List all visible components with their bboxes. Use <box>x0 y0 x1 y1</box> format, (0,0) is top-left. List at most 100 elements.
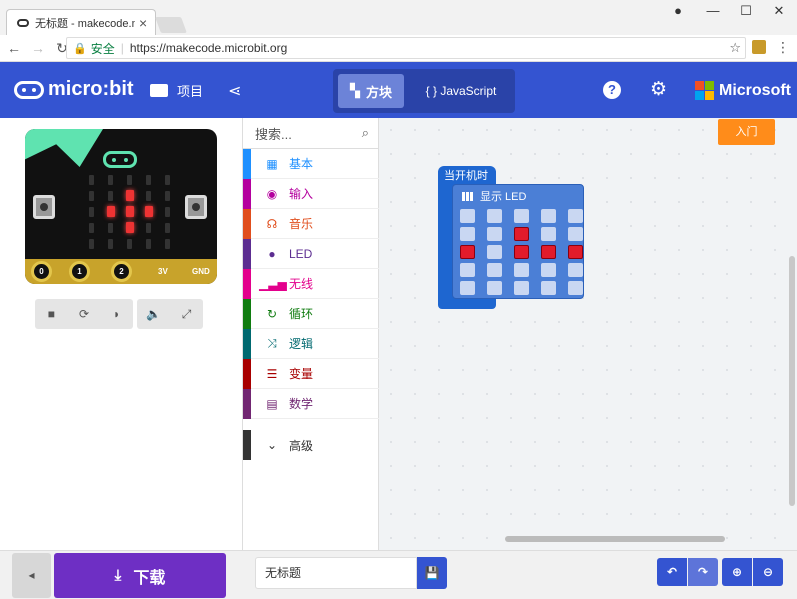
sim-led <box>165 174 170 185</box>
vertical-scrollbar[interactable] <box>789 256 795 506</box>
microbit-logo[interactable]: micro:bit <box>14 78 134 101</box>
share-icon[interactable]: ⋖ <box>228 81 241 101</box>
led-toggle-cell[interactable] <box>460 281 475 295</box>
tab-close-icon[interactable]: × <box>139 15 147 31</box>
toolbox-category[interactable]: ⤨ 逻辑 <box>243 328 379 359</box>
headphones-icon: ☊ <box>266 216 278 231</box>
blocks-workspace[interactable]: 入门 当开机时 显示 LED <box>379 118 797 550</box>
shuffle-icon: ⤨ <box>267 336 277 350</box>
on-start-label: 当开机时 <box>444 170 488 182</box>
led-toggle-cell[interactable] <box>460 227 475 241</box>
minimize-icon[interactable]: — <box>698 3 728 18</box>
toolbox-category[interactable]: ▤ 数学 <box>243 388 379 419</box>
led-toggle-cell[interactable] <box>541 281 556 295</box>
led-toggle-cell[interactable] <box>541 209 556 223</box>
led-toggle-cell[interactable] <box>541 263 556 277</box>
simulator-panel: 0 1 2 3V GND ■ ⟳ ◗ 🔈 ⤢ <box>0 118 243 550</box>
sim-led <box>106 206 115 217</box>
toolbox-category-label: 数学 <box>289 397 314 411</box>
sim-led <box>89 174 94 185</box>
mute-icon[interactable]: 🔈 <box>139 307 169 321</box>
help-icon[interactable]: ? <box>603 81 621 99</box>
toolbox-category-label: 循环 <box>289 307 314 321</box>
gear-icon[interactable]: ⚙ <box>650 78 667 101</box>
microsoft-logo[interactable]: Microsoft <box>695 81 791 100</box>
led-toggle-cell[interactable] <box>487 281 502 295</box>
led-toggle-cell[interactable] <box>568 263 583 277</box>
simulator-controls: ■ ⟳ ◗ 🔈 ⤢ <box>35 299 205 329</box>
collapse-simulator-button[interactable]: ◂ <box>12 553 51 598</box>
show-leds-block[interactable]: 显示 LED <box>452 184 584 299</box>
slow-mo-icon[interactable]: ◗ <box>102 307 132 321</box>
horizontal-scrollbar[interactable] <box>505 536 725 542</box>
restart-icon[interactable]: ⟳ <box>69 307 99 321</box>
undo-icon[interactable]: ↶ <box>657 558 687 586</box>
sim-led <box>165 206 170 217</box>
led-matrix <box>85 173 174 250</box>
led-toggle-cell[interactable] <box>460 245 475 259</box>
led-toggle-cell[interactable] <box>541 245 556 259</box>
led-toggle-cell[interactable] <box>460 263 475 277</box>
pin-0[interactable]: 0 <box>31 261 52 282</box>
get-started-button[interactable]: 入门 <box>718 119 775 145</box>
toolbox-category[interactable]: ▦ 基本 <box>243 148 379 179</box>
led-toggle-cell[interactable] <box>514 227 529 241</box>
zoom-in-icon[interactable]: ⊕ <box>722 558 752 586</box>
led-toggle-cell[interactable] <box>541 227 556 241</box>
led-toggle-cell[interactable] <box>487 245 502 259</box>
back-arrow-icon[interactable]: ← <box>4 40 24 56</box>
browser-tab[interactable]: 无标题 - makecode.microbit.com × <box>6 9 156 35</box>
maximize-icon[interactable]: ☐ <box>731 3 761 19</box>
browser-toolbar: ← → ↻ 🔒 安全 | https://makecode.microbit.o… <box>0 35 797 62</box>
toolbox-category[interactable]: ● LED <box>243 238 379 269</box>
project-name-input[interactable]: 无标题 <box>255 557 417 589</box>
sim-led <box>89 206 94 217</box>
extension-icon[interactable] <box>752 40 766 54</box>
forward-arrow-icon[interactable]: → <box>28 40 48 56</box>
toolbox-category[interactable]: ◉ 输入 <box>243 178 379 209</box>
board-decoration <box>25 129 103 167</box>
show-leds-grid[interactable] <box>460 209 583 295</box>
led-toggle-cell[interactable] <box>514 281 529 295</box>
led-toggle-cell[interactable] <box>514 263 529 277</box>
led-toggle-cell[interactable] <box>514 209 529 223</box>
led-toggle-cell[interactable] <box>514 245 529 259</box>
toolbox-search-input[interactable]: 搜索... ⌕ <box>243 118 379 149</box>
save-icon[interactable]: 💾 <box>417 557 447 589</box>
address-bar[interactable]: 🔒 安全 | https://makecode.microbit.org ☆ <box>66 37 746 59</box>
advanced-label: 高级 <box>289 438 314 453</box>
toolbox-category[interactable]: ↻ 循环 <box>243 298 379 329</box>
led-toggle-cell[interactable] <box>487 209 502 223</box>
button-b[interactable] <box>185 195 207 219</box>
fullscreen-icon[interactable]: ⤢ <box>172 307 202 322</box>
toolbox-category[interactable]: ☊ 音乐 <box>243 208 379 239</box>
pin-2[interactable]: 2 <box>111 261 132 282</box>
toolbox-category-label: LED <box>289 246 313 261</box>
browser-menu-icon[interactable]: ⋮ <box>776 39 790 56</box>
download-button[interactable]: ⤓ 下载 <box>54 553 226 598</box>
button-a[interactable] <box>33 195 55 219</box>
stop-icon[interactable]: ■ <box>36 307 66 321</box>
new-tab-button[interactable] <box>155 17 187 33</box>
led-toggle-cell[interactable] <box>568 245 583 259</box>
zoom-out-icon[interactable]: ⊖ <box>753 558 783 586</box>
bookmark-star-icon[interactable]: ☆ <box>729 40 741 56</box>
window-close-icon[interactable]: ✕ <box>764 3 794 19</box>
search-icon[interactable]: ⌕ <box>362 125 369 141</box>
led-toggle-cell[interactable] <box>487 227 502 241</box>
led-toggle-cell[interactable] <box>568 209 583 223</box>
sim-led <box>146 222 151 233</box>
javascript-tab[interactable]: { } JavaScript <box>413 74 509 108</box>
toolbox-category[interactable]: ▁▃▅ 无线 <box>243 268 379 299</box>
toolbox-advanced[interactable]: ⌄ 高级 <box>243 430 379 460</box>
led-toggle-cell[interactable] <box>487 263 502 277</box>
led-toggle-cell[interactable] <box>460 209 475 223</box>
toolbox-category[interactable]: ☰ 变量 <box>243 358 379 389</box>
projects-button[interactable]: 项目 <box>150 81 203 100</box>
led-toggle-cell[interactable] <box>568 227 583 241</box>
blocks-tab[interactable]: ▚ 方块 <box>338 74 404 108</box>
redo-icon[interactable]: ↷ <box>688 558 718 586</box>
led-toggle-cell[interactable] <box>568 281 583 295</box>
pin-1[interactable]: 1 <box>69 261 90 282</box>
profile-icon[interactable]: ● <box>663 3 693 18</box>
